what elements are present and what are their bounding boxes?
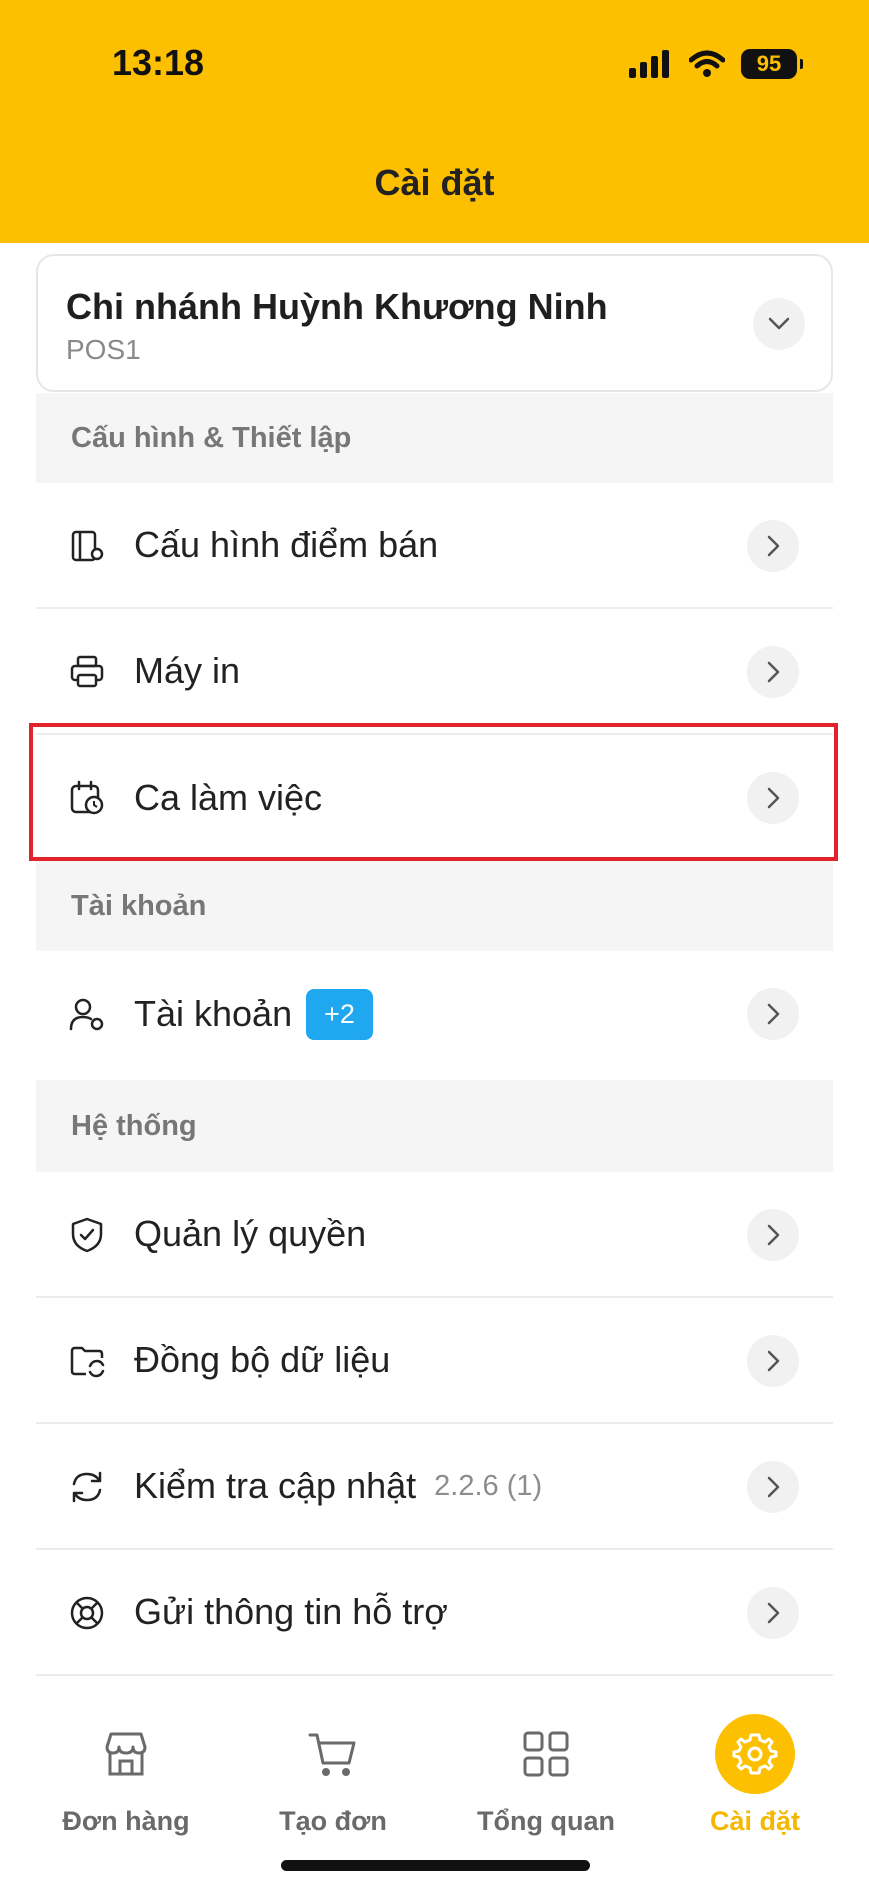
section-account-header: Tài khoản xyxy=(36,861,833,951)
grid-icon xyxy=(516,1724,576,1784)
user-settings-icon xyxy=(69,998,104,1031)
nav-label-settings: Cài đặt xyxy=(709,1806,801,1836)
menu-item-update[interactable]: Kiểm tra cập nhật 2.2.6 (1) xyxy=(36,1424,833,1550)
menu-item-pos-config[interactable]: Cấu hình điểm bán xyxy=(36,483,833,609)
menu-label-printer: Máy in xyxy=(134,650,241,691)
chevron-button[interactable] xyxy=(747,646,799,698)
cart-icon xyxy=(303,1724,363,1784)
store-config-icon xyxy=(71,530,104,562)
chevron-right-icon xyxy=(767,661,780,683)
chevron-right-icon xyxy=(767,1003,780,1025)
folder-sync-icon xyxy=(70,1346,105,1378)
nav-tab-overview[interactable]: Tổng quan xyxy=(446,1724,646,1837)
nav-label-overview: Tổng quan xyxy=(477,1806,615,1836)
chevron-right-icon xyxy=(767,535,780,557)
menu-label-permissions: Quản lý quyền xyxy=(134,1213,367,1254)
chevron-right-icon xyxy=(767,1602,780,1624)
menu-item-permissions[interactable]: Quản lý quyền xyxy=(36,1172,833,1298)
app-version: 2.2.6 (1) xyxy=(434,1469,543,1502)
chevron-button[interactable] xyxy=(747,520,799,572)
chevron-button[interactable] xyxy=(747,1209,799,1261)
chevron-right-icon xyxy=(767,1476,780,1498)
chevron-right-icon xyxy=(767,1224,780,1246)
bottom-navigation: Đơn hàng Tạo đơn Tổng quan Cài đặt xyxy=(0,1694,869,1885)
lifebuoy-icon xyxy=(70,1596,104,1630)
top-app-bar: 13:18 95 Cài đặt xyxy=(0,0,869,243)
refresh-icon xyxy=(72,1471,102,1503)
signal-icon xyxy=(629,50,669,78)
menu-item-account[interactable]: Tài khoản +2 xyxy=(36,951,833,1077)
section-config-title: Cấu hình & Thiết lập xyxy=(71,421,352,454)
account-badge: +2 xyxy=(306,988,373,1040)
section-config-header: Cấu hình & Thiết lập xyxy=(36,393,833,483)
battery-indicator: 95 xyxy=(741,49,803,79)
chevron-button[interactable] xyxy=(747,1587,799,1639)
nav-label-create-order: Tạo đơn xyxy=(279,1806,387,1836)
page-title: Cài đặt xyxy=(374,162,495,203)
nav-tab-create-order[interactable]: Tạo đơn xyxy=(233,1724,433,1837)
chevron-down-icon xyxy=(768,317,790,330)
menu-item-printer[interactable]: Máy in xyxy=(36,609,833,735)
status-time: 13:18 xyxy=(112,42,205,83)
chevron-button[interactable] xyxy=(747,1461,799,1513)
branch-dropdown-button[interactable] xyxy=(753,298,805,350)
home-indicator xyxy=(281,1860,590,1871)
wifi-icon xyxy=(689,50,725,77)
menu-label-account: Tài khoản +2 xyxy=(134,988,373,1040)
printer-icon xyxy=(70,655,104,688)
highlight-box xyxy=(29,723,838,861)
store-icon xyxy=(96,1724,156,1784)
branch-name: Chi nhánh Huỳnh Khương Ninh xyxy=(66,286,608,327)
nav-tab-settings[interactable]: Cài đặt xyxy=(655,1714,855,1837)
section-system-header: Hệ thống xyxy=(36,1080,833,1172)
chevron-right-icon xyxy=(767,1350,780,1372)
menu-label-update: Kiểm tra cập nhật 2.2.6 (1) xyxy=(134,1465,543,1506)
gear-icon xyxy=(715,1714,795,1794)
status-icons: 95 xyxy=(629,46,803,82)
menu-item-support[interactable]: Gửi thông tin hỗ trợ xyxy=(36,1550,833,1676)
menu-label-support: Gửi thông tin hỗ trợ xyxy=(134,1591,448,1632)
menu-label-pos-config: Cấu hình điểm bán xyxy=(134,524,439,565)
section-account-title: Tài khoản xyxy=(71,889,207,922)
branch-pos: POS1 xyxy=(66,334,141,365)
chevron-button[interactable] xyxy=(747,1335,799,1387)
branch-selector[interactable]: Chi nhánh Huỳnh Khương Ninh POS1 xyxy=(36,254,833,392)
section-system-title: Hệ thống xyxy=(71,1109,197,1142)
shield-check-icon xyxy=(71,1217,103,1253)
menu-item-sync[interactable]: Đồng bộ dữ liệu xyxy=(36,1298,833,1424)
chevron-button[interactable] xyxy=(747,988,799,1040)
menu-label-sync: Đồng bộ dữ liệu xyxy=(134,1339,391,1380)
nav-tab-orders[interactable]: Đơn hàng xyxy=(26,1724,226,1837)
nav-label-orders: Đơn hàng xyxy=(62,1806,190,1836)
